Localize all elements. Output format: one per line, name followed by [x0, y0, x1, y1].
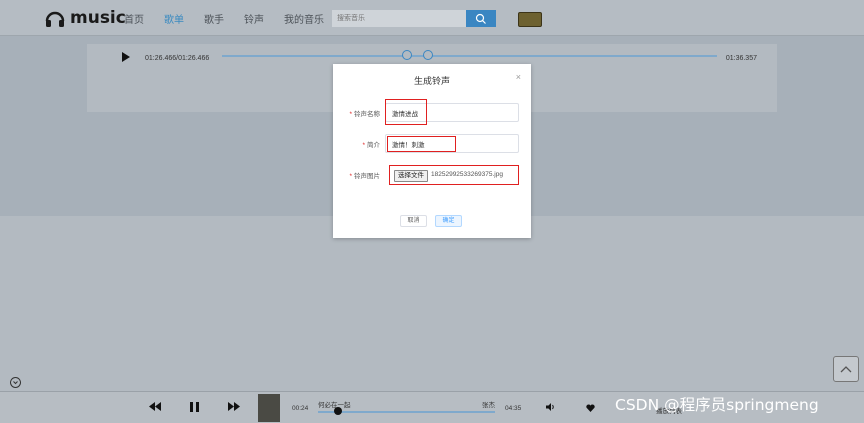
- chevron-down-icon: [13, 381, 18, 385]
- nav-item-my-music[interactable]: 我的音乐: [284, 11, 324, 26]
- cancel-button[interactable]: 取消: [400, 215, 427, 227]
- ringtone-image-label: * 铃声图片: [349, 173, 380, 180]
- search-bar: [332, 10, 496, 27]
- progress-handle[interactable]: [334, 407, 342, 415]
- clip-start-handle[interactable]: [402, 50, 412, 60]
- headphones-icon: [45, 11, 65, 27]
- current-time: 00:24: [292, 405, 309, 412]
- ringtone-name-label: * 铃声名称: [349, 111, 380, 118]
- like-button[interactable]: [586, 404, 595, 412]
- top-navbar: music 首页 歌单 歌手 铃声 我的音乐: [0, 0, 864, 36]
- next-icon: [228, 402, 240, 411]
- logo-text: music: [70, 8, 126, 28]
- total-time: 04:35: [505, 405, 522, 412]
- user-avatar[interactable]: [518, 12, 542, 27]
- ringtone-name-row: * 铃声名称: [333, 99, 531, 125]
- volume-button[interactable]: [546, 403, 555, 411]
- search-icon: [475, 13, 486, 24]
- search-input[interactable]: [332, 10, 466, 27]
- main-nav: 首页 歌单 歌手 铃声 我的音乐: [124, 11, 344, 26]
- back-to-top-button[interactable]: [833, 356, 859, 382]
- selected-file-name: 1825299253326​9375.jpg: [431, 171, 503, 178]
- logo[interactable]: music: [44, 7, 126, 29]
- previous-icon: [149, 402, 161, 411]
- clip-range-track[interactable]: [222, 55, 717, 57]
- nav-item-playlists[interactable]: 歌单: [164, 11, 184, 26]
- previous-button[interactable]: [149, 402, 161, 411]
- nav-item-singers[interactable]: 歌手: [204, 11, 224, 26]
- ringtone-image-row: * 铃声图片 选择文件 1825299253326​9375.jpg: [333, 165, 531, 185]
- csdn-watermark: CSDN @程序员springmeng: [615, 396, 819, 414]
- volume-icon: [546, 403, 554, 411]
- total-duration: 01:36.357: [725, 55, 757, 62]
- confirm-button[interactable]: 确定: [435, 215, 462, 227]
- choose-file-button[interactable]: 选择文件: [394, 170, 428, 182]
- album-cover[interactable]: [258, 394, 280, 422]
- pause-button[interactable]: [190, 402, 199, 412]
- collapse-toggle[interactable]: [10, 377, 21, 388]
- artist-name: 张杰: [482, 402, 495, 409]
- close-icon[interactable]: ×: [516, 72, 521, 82]
- content-band: [0, 216, 864, 391]
- heart-icon: [586, 404, 595, 412]
- next-button[interactable]: [228, 402, 240, 411]
- chevron-up-icon: [840, 366, 852, 373]
- nav-item-ringtones[interactable]: 铃声: [244, 11, 264, 26]
- pause-icon: [190, 402, 199, 412]
- generate-ringtone-dialog: 生成铃声 × *铃声名称 *简介 *铃声图片 选择文件 182529925332…: [333, 64, 531, 238]
- progress-track[interactable]: [318, 411, 495, 413]
- highlight-box: [387, 136, 456, 152]
- clip-end-handle[interactable]: [423, 50, 433, 60]
- intro-row: * 简介: [333, 134, 531, 154]
- highlight-box: [385, 99, 427, 125]
- dialog-title: 生成铃声: [413, 76, 450, 86]
- search-button[interactable]: [466, 10, 496, 27]
- intro-label: * 简介: [362, 142, 380, 149]
- nav-item-home[interactable]: 首页: [124, 11, 144, 26]
- play-icon[interactable]: [122, 52, 130, 62]
- clip-time: 01:26.466/01:26.466: [145, 55, 210, 62]
